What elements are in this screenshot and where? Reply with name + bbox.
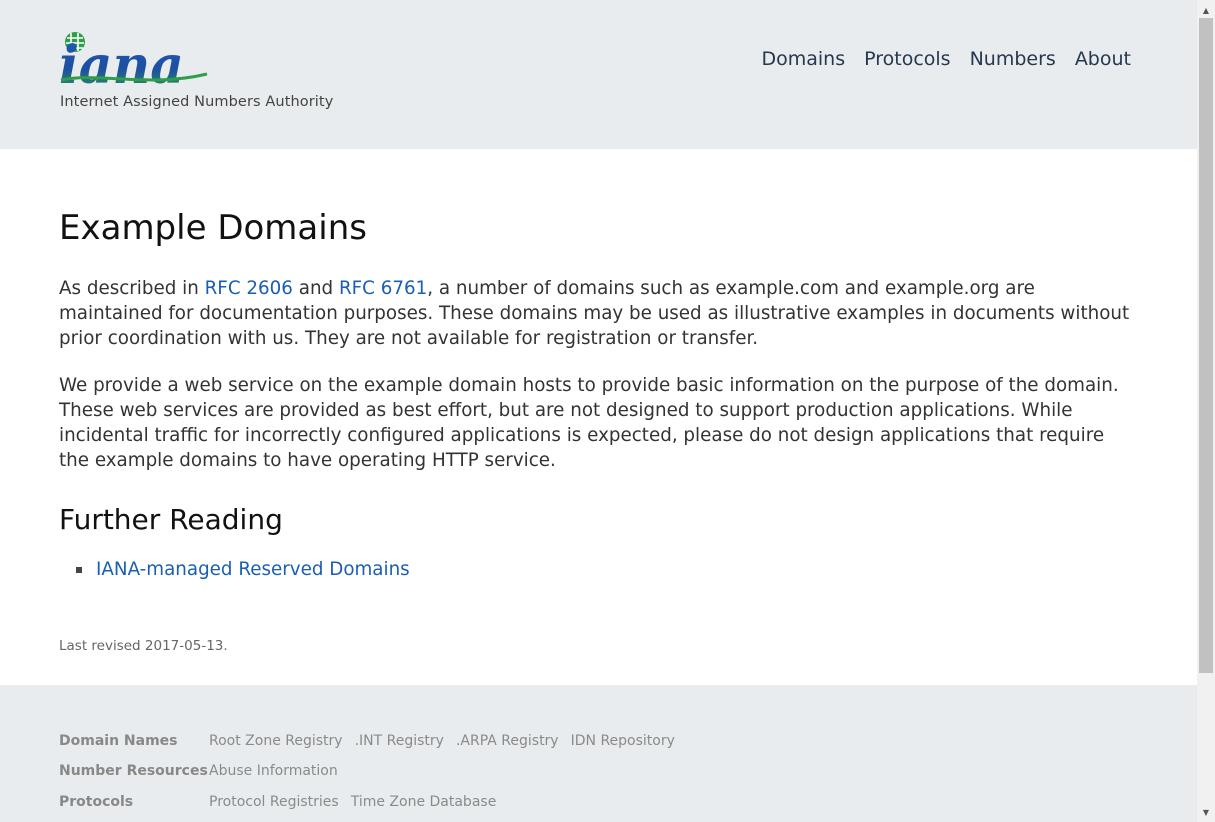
vertical-scrollbar[interactable]: ▲ ▼ — [1197, 0, 1215, 822]
svg-text:iana: iana — [59, 35, 184, 90]
bullet-icon — [76, 567, 82, 573]
footer-label[interactable]: Number Resources — [59, 763, 209, 779]
rfc-6761-link[interactable]: RFC 6761 — [339, 278, 427, 299]
footer-link[interactable]: .INT Registry — [355, 733, 444, 749]
intro-paragraph: As described in RFC 2606 and RFC 6761, a… — [59, 276, 1139, 351]
rfc-2606-link[interactable]: RFC 2606 — [205, 278, 293, 299]
footer-label[interactable]: Domain Names — [59, 733, 209, 749]
intro-text-2: and — [292, 278, 339, 299]
reserved-domains-link[interactable]: IANA-managed Reserved Domains — [96, 559, 410, 580]
footer-link[interactable]: Time Zone Database — [351, 794, 497, 810]
footer-link[interactable]: .ARPA Registry — [456, 733, 559, 749]
list-item: IANA-managed Reserved Domains — [59, 559, 410, 580]
footer-row-protocols: Protocols Protocol Registries Time Zone … — [59, 794, 496, 810]
scroll-up-icon[interactable]: ▲ — [1197, 2, 1215, 18]
page-viewport: iana Internet Assigned Numbers Authority… — [0, 0, 1197, 822]
site-footer: Domain Names Root Zone Registry .INT Reg… — [0, 685, 1197, 822]
further-reading-list: IANA-managed Reserved Domains — [59, 559, 410, 580]
main-content: Example Domains As described in RFC 2606… — [59, 208, 1139, 654]
nav-numbers[interactable]: Numbers — [970, 48, 1056, 70]
nav-about[interactable]: About — [1075, 48, 1131, 70]
page-title: Example Domains — [59, 208, 367, 248]
scroll-down-icon[interactable]: ▼ — [1197, 804, 1215, 820]
footer-link[interactable]: Abuse Information — [209, 763, 338, 779]
nav-domains[interactable]: Domains — [761, 48, 845, 70]
last-revised: Last revised 2017-05-13. — [59, 638, 228, 654]
footer-label[interactable]: Protocols — [59, 794, 209, 810]
further-reading-heading: Further Reading — [59, 503, 283, 536]
iana-logo[interactable]: iana Internet Assigned Numbers Authority — [59, 28, 349, 118]
iana-logo-mark: iana — [59, 32, 208, 90]
scrollbar-thumb[interactable] — [1199, 18, 1213, 673]
footer-link[interactable]: Protocol Registries — [209, 794, 339, 810]
main-nav: Domains Protocols Numbers About — [761, 48, 1131, 70]
footer-row-number-resources: Number Resources Abuse Information — [59, 763, 338, 779]
intro-text-1: As described in — [59, 278, 205, 299]
footer-link[interactable]: IDN Repository — [571, 733, 675, 749]
footer-link[interactable]: Root Zone Registry — [209, 733, 343, 749]
site-header: iana Internet Assigned Numbers Authority… — [0, 0, 1197, 149]
web-service-paragraph: We provide a web service on the example … — [59, 375, 1119, 471]
logo-tagline: Internet Assigned Numbers Authority — [60, 94, 334, 110]
nav-protocols[interactable]: Protocols — [864, 48, 950, 70]
footer-row-domain-names: Domain Names Root Zone Registry .INT Reg… — [59, 733, 675, 749]
